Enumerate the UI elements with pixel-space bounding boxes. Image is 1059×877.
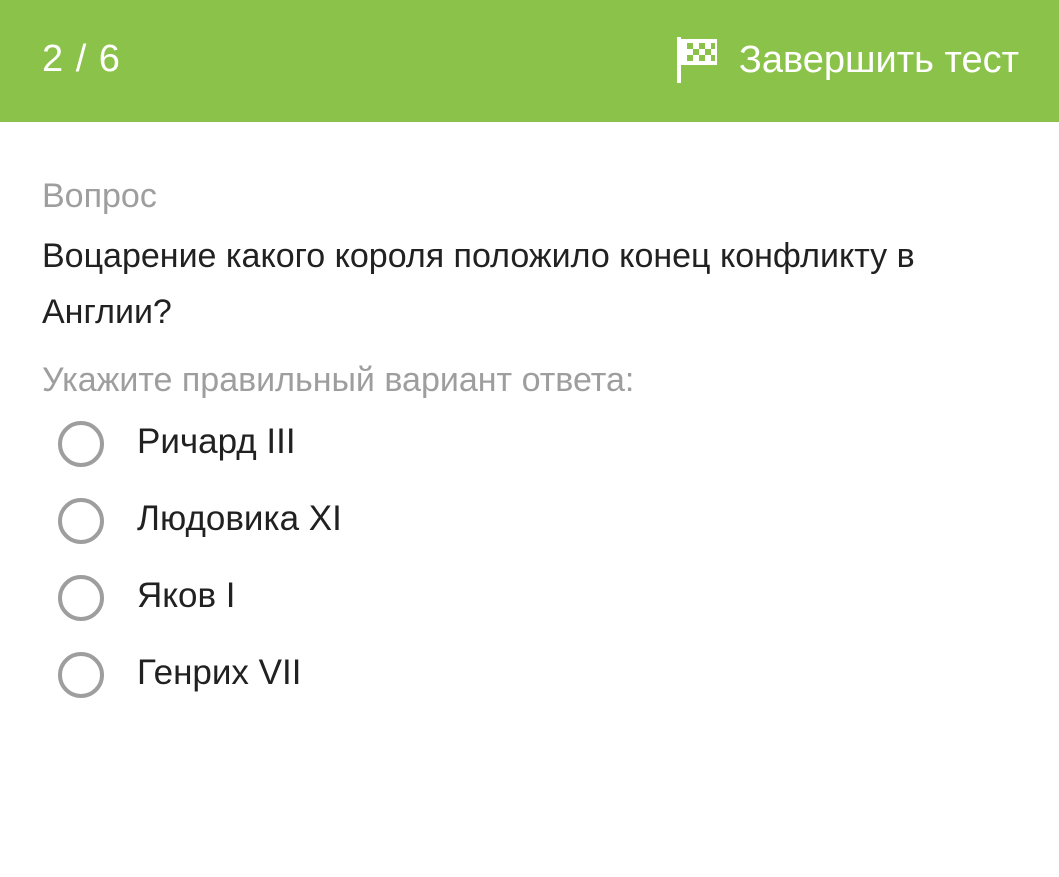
answer-option-label: Генрих VII [137,653,302,692]
finish-test-label: Завершить тест [738,39,1019,81]
question-text: Воцарение какого короля положило конец к… [42,237,915,331]
answer-option-label: Ричард III [137,422,296,461]
radio-button[interactable] [58,575,104,621]
checkered-flag-icon [676,37,717,83]
question-counter: 2 / 6 [42,38,121,80]
answer-options: Ричард III Людовика XI Яков I Генрих VII [42,408,1042,716]
answer-option[interactable]: Ричард III [42,408,1042,485]
answer-option[interactable]: Людовика XI [42,485,1042,562]
answer-option-label: Людовика XI [137,499,342,538]
answer-option-label: Яков I [137,576,236,615]
finish-test-button[interactable]: Завершить тест [675,30,1019,90]
radio-button[interactable] [58,421,104,467]
answer-option[interactable]: Яков I [42,562,1042,639]
answer-instruction: Укажите правильный вариант ответа: [42,361,635,399]
question-card: Вопрос Воцарение какого короля положило … [42,170,1042,716]
radio-button[interactable] [58,652,104,698]
question-caption: Вопрос [42,177,157,215]
answer-option[interactable]: Генрих VII [42,639,1042,716]
radio-button[interactable] [58,498,104,544]
top-bar: 2 / 6 Завершить тест [0,0,1059,122]
